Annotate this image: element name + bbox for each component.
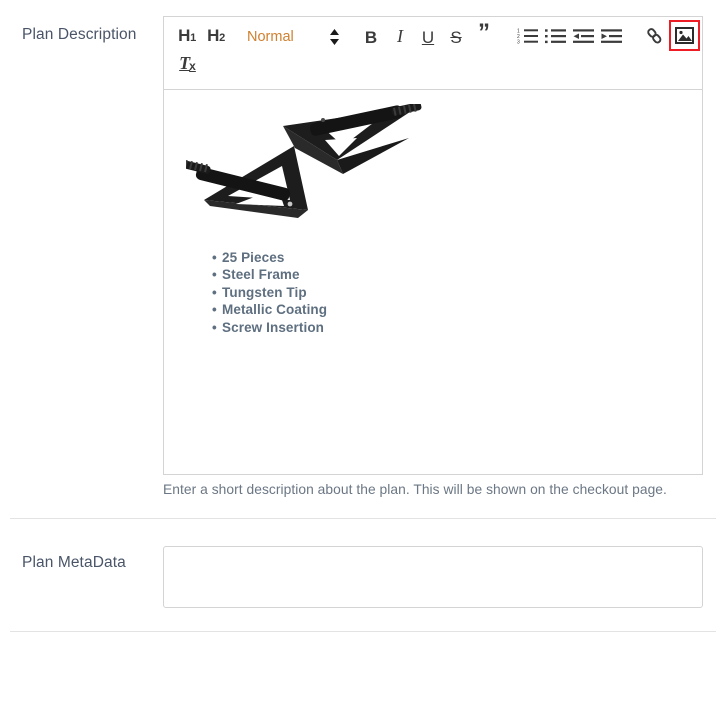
plan-form-page: Plan Description H1 H2 Tx Normal B I U S… — [0, 0, 726, 716]
italic-label: I — [397, 26, 403, 46]
heading-2-button[interactable]: H2 — [205, 24, 227, 48]
strikethrough-label: S — [450, 27, 462, 47]
product-image — [182, 102, 426, 222]
plan-description-help-text: Enter a short description about the plan… — [163, 482, 667, 497]
bold-button[interactable]: B — [360, 26, 382, 48]
form-actions: Submit Cancel — [0, 631, 726, 716]
list-item: Screw Insertion — [212, 319, 327, 336]
list-item: Tungsten Tip — [212, 284, 327, 301]
plan-metadata-label: Plan MetaData — [22, 554, 126, 571]
image-icon[interactable] — [669, 20, 700, 51]
list-item: Metallic Coating — [212, 301, 327, 318]
plan-metadata-row: Plan MetaData — [0, 518, 726, 631]
plan-description-label: Plan Description — [22, 26, 137, 43]
list-item: 25 Pieces — [212, 249, 327, 266]
link-icon[interactable] — [643, 26, 665, 46]
clear-formatting-sub: x — [189, 59, 196, 73]
heading-2-sub: 2 — [219, 32, 225, 44]
underline-button[interactable]: U — [417, 26, 439, 48]
editor-toolbar: H1 H2 Tx Normal B I U S ” 1 2 3 — [164, 17, 702, 90]
plan-metadata-input[interactable] — [163, 546, 703, 608]
editor-content-area[interactable]: 25 Pieces Steel Frame Tungsten Tip Metal… — [164, 90, 702, 474]
blockquote-label: ” — [478, 19, 490, 46]
bullet-list-icon[interactable] — [544, 26, 566, 46]
format-picker-chevron-icon[interactable] — [324, 27, 344, 47]
heading-1-label: H — [178, 26, 191, 45]
bold-label: B — [364, 27, 378, 47]
underline-label: U — [421, 27, 435, 47]
heading-2-label: H — [207, 26, 220, 45]
format-picker[interactable]: Normal — [247, 27, 327, 47]
list-item: Steel Frame — [212, 266, 327, 283]
indent-icon[interactable] — [600, 26, 622, 46]
heading-1-button[interactable]: H1 — [176, 24, 198, 48]
ordered-list-icon[interactable]: 1 2 3 — [516, 26, 538, 46]
strikethrough-button[interactable]: S — [445, 26, 467, 48]
plan-description-row: Plan Description H1 H2 Tx Normal B I U S… — [0, 0, 726, 517]
outdent-icon[interactable] — [572, 26, 594, 46]
format-picker-value: Normal — [247, 29, 294, 45]
clear-formatting-button[interactable]: Tx — [176, 51, 200, 75]
italic-button[interactable]: I — [389, 25, 411, 47]
feature-list: 25 Pieces Steel Frame Tungsten Tip Metal… — [212, 249, 327, 336]
rich-text-editor[interactable]: H1 H2 Tx Normal B I U S ” 1 2 3 • 25 Pie… — [163, 16, 703, 475]
blockquote-button[interactable]: ” — [473, 21, 495, 45]
heading-1-sub: 1 — [190, 32, 196, 44]
svg-text:3: 3 — [517, 40, 520, 46]
